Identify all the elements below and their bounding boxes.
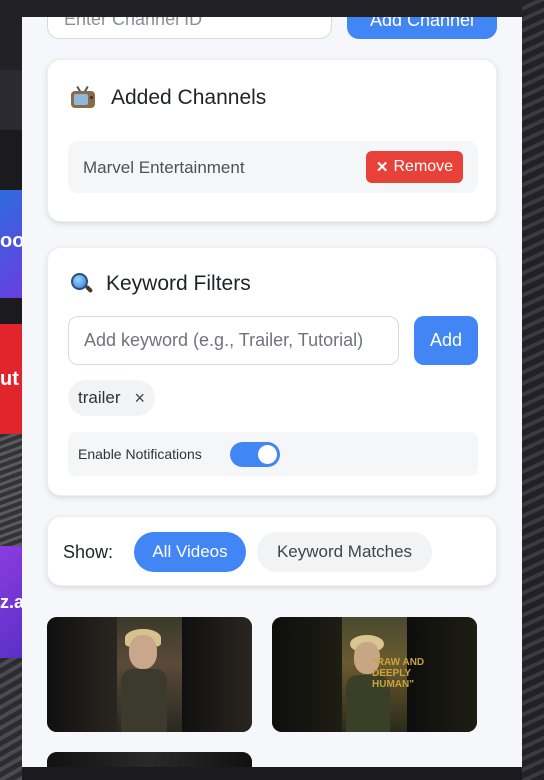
keyword-filters-header: Keyword Filters	[70, 272, 251, 296]
background-tile	[0, 434, 22, 546]
keyword-chip: trailer ×	[68, 380, 156, 416]
channel-row: Marvel Entertainment ✕ Remove	[68, 141, 478, 193]
tv-icon	[70, 85, 96, 110]
notifications-row: Enable Notifications	[68, 432, 478, 476]
channel-form: Add Channel	[47, 17, 497, 39]
background-tile: ut	[0, 324, 22, 434]
background-right-edge	[522, 0, 544, 780]
added-channels-card: Added Channels Marvel Entertainment ✕ Re…	[47, 59, 497, 222]
close-icon: ✕	[375, 159, 389, 176]
magnifier-icon	[70, 272, 94, 296]
background-tile-text: ut	[0, 368, 19, 390]
show-label: Show:	[63, 542, 114, 562]
background-tile: ool	[0, 190, 22, 298]
toggle-knob	[258, 445, 277, 464]
added-channels-header: Added Channels	[70, 85, 267, 110]
keyword-filters-title: Keyword Filters	[106, 272, 251, 295]
notifications-toggle[interactable]	[230, 442, 280, 467]
add-channel-button[interactable]: Add Channel	[347, 17, 497, 39]
extension-popup: Add Channel Added Channels Marvel Entert…	[22, 17, 522, 767]
keyword-filters-card: Keyword Filters Add trailer × Enable Not…	[47, 247, 497, 496]
background-tile-text: ool	[0, 230, 22, 252]
remove-channel-button[interactable]: ✕ Remove	[366, 151, 463, 183]
video-thumbnail[interactable]	[47, 752, 252, 767]
thumbnail-text: "RAW AND DEEPLY HUMAN"	[372, 657, 425, 690]
background-tile-text: z.ar	[0, 592, 22, 612]
video-thumbnail[interactable]: "RAW AND DEEPLY HUMAN"	[272, 617, 477, 732]
add-keyword-button[interactable]: Add	[414, 316, 478, 365]
video-thumbnail[interactable]	[47, 617, 252, 732]
filter-all-videos-button[interactable]: All Videos	[134, 532, 246, 572]
remove-keyword-icon[interactable]: ×	[135, 388, 146, 409]
keyword-input[interactable]	[68, 316, 399, 365]
background-tile: z.ar	[0, 546, 22, 658]
added-channels-title: Added Channels	[111, 86, 267, 109]
channel-name: Marvel Entertainment	[83, 158, 245, 177]
background-tile	[0, 658, 22, 780]
keyword-chip-label: trailer	[78, 388, 121, 407]
filter-keyword-matches-button[interactable]: Keyword Matches	[257, 532, 432, 572]
remove-label: Remove	[393, 158, 454, 175]
channel-id-input[interactable]	[47, 17, 332, 39]
notifications-label: Enable Notifications	[78, 446, 202, 462]
show-filter-card: Show: All Videos Keyword Matches	[47, 516, 497, 586]
